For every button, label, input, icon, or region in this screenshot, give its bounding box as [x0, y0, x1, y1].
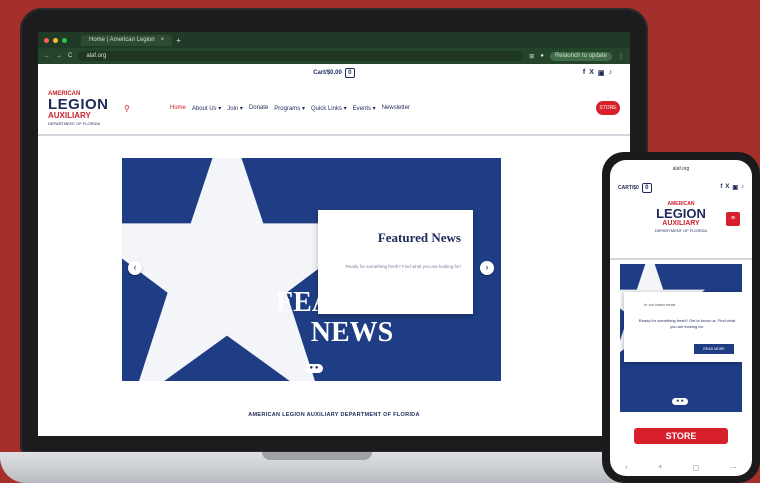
phone-new-tab-icon[interactable]: +	[658, 464, 662, 472]
forward-icon[interactable]: →	[56, 53, 62, 59]
logo-line3: AUXILIARY	[48, 110, 91, 120]
phone-tabs-icon[interactable]: ▢	[693, 464, 700, 472]
nav-join[interactable]: Join ▾	[227, 105, 243, 112]
tiktok-icon[interactable]: ♪	[609, 69, 613, 77]
logo-line2: LEGION	[48, 95, 109, 113]
phone-hero: In our latest news Ready for something f…	[620, 264, 742, 412]
phone-x-icon[interactable]: X	[725, 184, 729, 191]
site-logo[interactable]: AMERICAN LEGION AUXILIARY DEPARTMENT OF …	[48, 91, 120, 126]
laptop-frame: Home | American Legion × + ← → C alaf.or…	[20, 8, 648, 453]
carousel-prev-icon[interactable]: ‹	[128, 261, 142, 275]
back-icon[interactable]: ←	[44, 53, 50, 59]
search-icon[interactable]: ⚲	[124, 104, 130, 113]
reload-icon[interactable]: C	[68, 53, 72, 59]
site-header: AMERICAN LEGION AUXILIARY DEPARTMENT OF …	[38, 82, 630, 136]
phone-card-small: In our latest news	[644, 302, 676, 307]
phone-store-button[interactable]: STORE	[634, 428, 728, 444]
close-window-icon[interactable]	[44, 37, 49, 43]
phone-facebook-icon[interactable]: f	[720, 184, 722, 191]
address-text: alaf.org	[86, 53, 107, 59]
minimize-window-icon[interactable]	[53, 37, 58, 43]
phone-more-icon[interactable]: ⋯	[730, 464, 737, 472]
phone-cart-icon[interactable]: 0	[641, 183, 652, 193]
cart-icon[interactable]: 0	[344, 68, 355, 78]
hero-carousel: FEATURED NEWS Featured News Ready for so…	[122, 158, 501, 381]
phone-logo[interactable]: AMERICAN LEGION AUXILIARY DEPARTMENT OF …	[610, 198, 752, 260]
phone-screen: alaf.org CART/$0 0 f X ▣ ♪ AMERICAN LEGI…	[610, 160, 752, 476]
extensions-icon[interactable]: ⊞	[529, 53, 534, 60]
nav-events[interactable]: Events ▾	[353, 105, 376, 112]
phone-back-icon[interactable]: ‹	[625, 464, 627, 472]
browser-tab[interactable]: Home | American Legion ×	[81, 34, 173, 46]
nav-about[interactable]: About Us ▾	[192, 105, 221, 112]
social-links: f X ▣ ♪	[583, 69, 612, 77]
nav-donate[interactable]: Donate	[249, 105, 268, 112]
phone-carousel-dots[interactable]: ● ●	[672, 398, 688, 405]
nav-home[interactable]: Home	[170, 105, 186, 112]
footer-band: AMERICAN LEGION AUXILIARY DEPARTMENT OF …	[248, 412, 420, 418]
address-bar[interactable]: alaf.org	[78, 51, 524, 61]
browser-urlbar: ← → C alaf.org ⊞ ● Relaunch to update ⋮	[38, 48, 630, 64]
phone-cart-row: CART/$0 0 f X ▣ ♪	[610, 178, 752, 198]
hamburger-menu-icon[interactable]: ≡	[726, 212, 740, 226]
maximize-window-icon[interactable]	[62, 37, 67, 43]
nav-newsletter[interactable]: Newsletter	[382, 105, 410, 112]
phone-frame: alaf.org CART/$0 0 f X ▣ ♪ AMERICAN LEGI…	[602, 152, 760, 483]
phone-url-bar[interactable]: alaf.org	[610, 160, 752, 178]
phone-url: alaf.org	[672, 166, 690, 172]
laptop-notch	[262, 452, 372, 460]
phone-logo-line4: DEPARTMENT OF FLORIDA	[654, 228, 708, 233]
menu-icon[interactable]: ⋮	[618, 53, 624, 60]
new-tab-icon[interactable]: +	[176, 36, 181, 45]
facebook-icon[interactable]: f	[583, 69, 585, 77]
nav-quick-links[interactable]: Quick Links ▾	[311, 105, 347, 112]
cart-label[interactable]: Cart/$0.00	[313, 70, 342, 76]
phone-cart-label[interactable]: CART/$0	[618, 185, 639, 191]
tab-close-icon[interactable]: ×	[161, 35, 165, 46]
nav-programs[interactable]: Programs ▾	[274, 105, 305, 112]
profile-icon[interactable]: ●	[540, 53, 544, 59]
featured-news-text: Ready for something fresh? Find what you…	[345, 264, 461, 269]
phone-social-links: f X ▣ ♪	[720, 184, 744, 191]
phone-instagram-icon[interactable]: ▣	[732, 184, 738, 191]
x-icon[interactable]: X	[589, 69, 594, 77]
logo-line4: DEPARTMENT OF FLORIDA	[48, 120, 101, 126]
phone-news-card: In our latest news Ready for something f…	[624, 292, 742, 362]
main-nav: Home About Us ▾ Join ▾ Donate Programs ▾…	[170, 105, 410, 112]
carousel-dots[interactable]: ● ●	[305, 364, 323, 373]
instagram-icon[interactable]: ▣	[598, 69, 605, 77]
featured-news-card: Featured News Ready for something fresh?…	[318, 210, 473, 314]
relaunch-button[interactable]: Relaunch to update	[549, 51, 612, 61]
tab-title: Home | American Legion	[89, 36, 155, 43]
phone-bottom-nav: ‹ + ▢ ⋯	[610, 464, 752, 472]
phone-card-text: Ready for something fresh? Get to know u…	[638, 318, 736, 329]
browser-tabbar: Home | American Legion × +	[38, 32, 630, 48]
carousel-next-icon[interactable]: ›	[480, 261, 494, 275]
featured-news-title: Featured News	[377, 230, 461, 245]
cart-row: Cart/$0.00 0 f X ▣ ♪	[38, 64, 630, 82]
store-button[interactable]: STORE	[596, 101, 620, 115]
phone-tiktok-icon[interactable]: ♪	[741, 184, 744, 191]
phone-read-more-button[interactable]: READ MORE	[694, 344, 734, 354]
